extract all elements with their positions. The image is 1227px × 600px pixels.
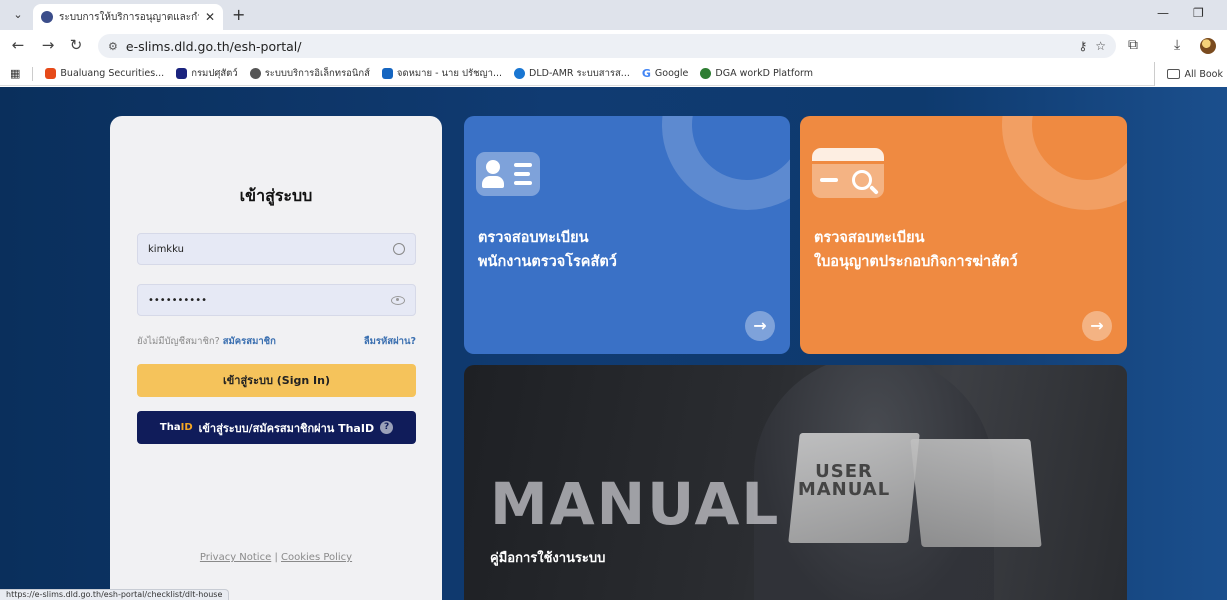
arrow-right-icon[interactable]: → bbox=[745, 311, 775, 341]
thaid-logo: ThaID bbox=[160, 422, 193, 433]
site-info-icon[interactable]: ⚙ bbox=[108, 40, 118, 53]
bookmark-label: Google bbox=[654, 68, 689, 79]
extensions-icon[interactable]: ⧉ bbox=[1128, 37, 1138, 53]
bookmark-item[interactable]: ระบบบริการอิเล็กทรอนิกส์ bbox=[249, 66, 370, 81]
all-bookmarks-label: All Book bbox=[1184, 68, 1223, 80]
thaid-label: เข้าสู่ระบบ/สมัครสมาชิกผ่าน ThaID bbox=[198, 421, 375, 435]
license-card-text: ตรวจสอบทะเบียน ใบอนุญาตประกอบกิจการฆ่าสั… bbox=[814, 226, 1018, 274]
login-card: เข้าสู่ระบบ kimkku •••••••••• ยังไม่มีบั… bbox=[110, 116, 442, 600]
password-value[interactable]: •••••••••• bbox=[148, 295, 391, 306]
bookmark-favicon-icon bbox=[381, 68, 393, 79]
bookmark-label: Bualuang Securities... bbox=[60, 68, 165, 79]
policy-links: Privacy Notice | Cookies Policy bbox=[110, 552, 442, 563]
google-g-icon: G bbox=[641, 67, 651, 80]
status-bar-url: https://e-slims.dld.go.th/esh-portal/che… bbox=[0, 589, 230, 600]
url-text[interactable]: e-slims.dld.go.th/esh-portal/ bbox=[126, 39, 1071, 54]
bookmark-label: จดหมาย - นาย ปรัชญา... bbox=[396, 68, 503, 79]
bookmark-item[interactable]: DGA workD Platform bbox=[700, 68, 813, 79]
bookmark-item[interactable]: จดหมาย - นาย ปรัชญา... bbox=[381, 66, 503, 81]
vet-card-text: ตรวจสอบทะเบียน พนักงานตรวจโรคสัตว์ bbox=[478, 226, 617, 274]
browser-tab[interactable]: ระบบการให้บริการอนุญาตและกำกับดู ✕ bbox=[33, 4, 223, 30]
decorative-ring bbox=[1002, 116, 1127, 210]
password-field[interactable]: •••••••••• bbox=[137, 284, 416, 316]
tab-title: ระบบการให้บริการอนุญาตและกำกับดู bbox=[59, 11, 199, 23]
bookmark-favicon-icon bbox=[45, 68, 57, 79]
bookmark-label: กรมปศุสัตว์ bbox=[191, 68, 238, 79]
vet-card-line2: พนักงานตรวจโรคสัตว์ bbox=[478, 254, 617, 270]
cookies-policy-link[interactable]: Cookies Policy bbox=[281, 552, 352, 563]
policy-separator: | bbox=[274, 552, 278, 563]
password-key-icon[interactable]: ⚷ bbox=[1078, 39, 1087, 53]
bookmark-item[interactable]: G Google bbox=[642, 67, 689, 80]
thaid-logo-a: Tha bbox=[159, 422, 181, 433]
page-content: เข้าสู่ระบบ kimkku •••••••••• ยังไม่มีบั… bbox=[0, 87, 1227, 600]
restore-icon[interactable]: ❐ bbox=[1193, 6, 1204, 20]
minimize-icon[interactable]: — bbox=[1157, 6, 1169, 20]
bookmark-favicon-icon bbox=[514, 68, 526, 79]
sign-in-button[interactable]: เข้าสู่ระบบ (Sign In) bbox=[137, 364, 416, 397]
username-value[interactable]: kimkku bbox=[148, 244, 393, 255]
bookmark-favicon-icon bbox=[176, 68, 188, 79]
vet-card-line1: ตรวจสอบทะเบียน bbox=[478, 230, 589, 246]
thaid-logo-b: ID bbox=[180, 422, 193, 433]
username-field[interactable]: kimkku bbox=[137, 233, 416, 265]
download-icon[interactable]: ⤓ bbox=[1174, 37, 1180, 53]
license-card-line1: ตรวจสอบทะเบียน bbox=[814, 230, 925, 246]
profile-avatar[interactable] bbox=[1200, 38, 1216, 54]
user-manual-card[interactable]: USER MANUAL MANUAL คู่มือการใช้งานระบบ bbox=[464, 365, 1127, 600]
reload-icon[interactable]: ↻ bbox=[66, 36, 86, 54]
license-registry-card[interactable]: ตรวจสอบทะเบียน ใบอนุญาตประกอบกิจการฆ่าสั… bbox=[800, 116, 1127, 354]
all-bookmarks-button[interactable]: All Book bbox=[1153, 62, 1227, 86]
new-tab-button[interactable]: + bbox=[232, 5, 245, 24]
address-bar[interactable]: ⚙ e-slims.dld.go.th/esh-portal/ ⚷ ☆ bbox=[98, 34, 1116, 58]
show-password-icon[interactable] bbox=[391, 295, 405, 305]
site-favicon-icon bbox=[41, 11, 53, 23]
vet-registry-card[interactable]: ตรวจสอบทะเบียน พนักงานตรวจโรคสัตว์ → bbox=[464, 116, 790, 354]
bookmark-item[interactable]: กรมปศุสัตว์ bbox=[176, 66, 238, 81]
navigation-bar: ← → ↻ ⚙ e-slims.dld.go.th/esh-portal/ ⚷ … bbox=[0, 30, 1227, 62]
bookmark-star-icon[interactable]: ☆ bbox=[1095, 39, 1106, 53]
bookmark-label: DGA workD Platform bbox=[715, 68, 814, 79]
book-cover-text: USER MANUAL bbox=[797, 461, 891, 500]
bookmark-item[interactable]: Bualuang Securities... bbox=[45, 68, 164, 79]
register-link[interactable]: สมัครสมาชิก bbox=[223, 336, 276, 347]
manual-book-right-page bbox=[910, 439, 1042, 547]
tab-search-button[interactable]: ⌄ bbox=[8, 6, 28, 24]
forward-icon[interactable]: → bbox=[38, 36, 58, 54]
folder-icon bbox=[1166, 69, 1180, 79]
bookmark-label: ระบบบริการอิเล็กทรอนิกส์ bbox=[264, 68, 370, 79]
manual-heading: MANUAL bbox=[490, 470, 781, 538]
manual-subtitle: คู่มือการใช้งานระบบ bbox=[490, 551, 606, 566]
privacy-notice-link[interactable]: Privacy Notice bbox=[200, 552, 271, 563]
apps-grid-icon[interactable]: ▦ bbox=[10, 67, 20, 80]
bookmark-favicon-icon bbox=[249, 68, 261, 79]
help-icon[interactable]: ? bbox=[380, 421, 394, 434]
back-icon[interactable]: ← bbox=[8, 36, 28, 54]
arrow-right-icon[interactable]: → bbox=[1082, 311, 1112, 341]
login-title: เข้าสู่ระบบ bbox=[239, 186, 313, 205]
user-icon bbox=[393, 243, 405, 255]
license-search-icon bbox=[812, 148, 884, 198]
close-tab-icon[interactable]: ✕ bbox=[205, 10, 215, 24]
license-card-line2: ใบอนุญาตประกอบกิจการฆ่าสัตว์ bbox=[814, 254, 1018, 270]
bookmarks-bar: ▦ Bualuang Securities... กรมปศุสัตว์ ระบ… bbox=[0, 62, 1227, 86]
id-card-icon bbox=[476, 152, 540, 196]
bookmarks-divider bbox=[32, 66, 34, 81]
thaid-login-button[interactable]: ThaID เข้าสู่ระบบ/สมัครสมาชิกผ่าน ThaID … bbox=[137, 411, 416, 444]
bookmark-label: DLD-AMR ระบบสารส... bbox=[529, 68, 630, 79]
bookmark-item[interactable]: DLD-AMR ระบบสารส... bbox=[514, 66, 630, 81]
account-links: ยังไม่มีบัญชีสมาชิก? สมัครสมาชิก ลืมรหัส… bbox=[137, 334, 416, 349]
decorative-ring bbox=[662, 116, 790, 210]
no-account-text: ยังไม่มีบัญชีสมาชิก? bbox=[137, 336, 220, 347]
forgot-password-link[interactable]: ลืมรหัสผ่าน? bbox=[364, 334, 416, 349]
tab-strip: ⌄ ระบบการให้บริการอนุญาตและกำกับดู ✕ + —… bbox=[0, 0, 1227, 30]
bookmark-favicon-icon bbox=[700, 68, 712, 79]
